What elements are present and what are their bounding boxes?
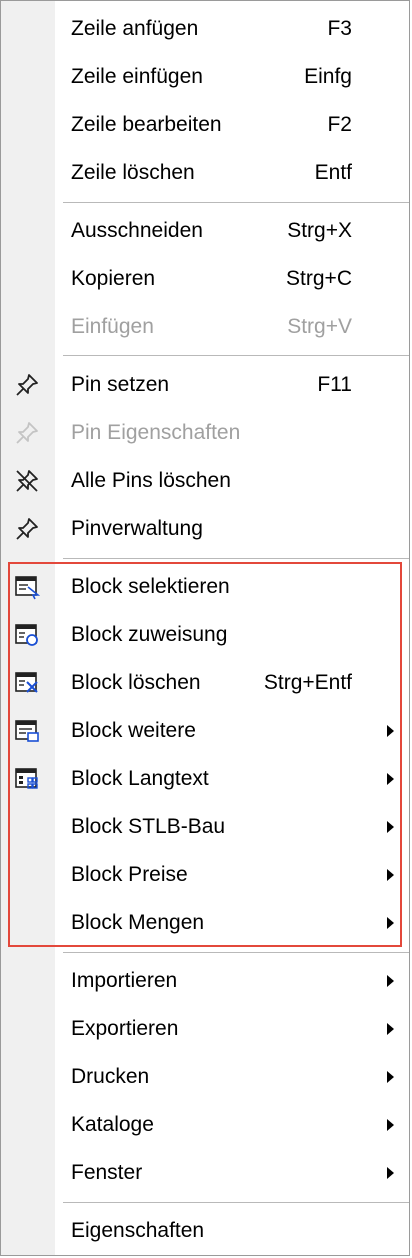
menu-item-label: Block Langtext (71, 767, 209, 790)
menu-item-zeile-anfuegen[interactable]: Zeile anfügen F3 (1, 5, 409, 53)
menu-item-label: Zeile löschen (71, 161, 195, 184)
menu-item-block-langtext[interactable]: Block Langtext (1, 755, 409, 803)
menu-item-pin-setzen[interactable]: Pin setzen F11 (1, 361, 409, 409)
menu-item-shortcut: Strg+V (287, 315, 352, 338)
pin-remove-icon (16, 470, 38, 492)
menu-item-label: Zeile anfügen (71, 17, 199, 40)
menu-item-label: Block löschen (71, 671, 201, 694)
block-select-icon (15, 576, 40, 600)
menu-item-importieren[interactable]: Importieren (1, 957, 409, 1005)
menu-item-label: Eigenschaften (71, 1219, 205, 1242)
menu-item-block-mengen[interactable]: Block Mengen (1, 899, 409, 947)
menu-item-label: Zeile bearbeiten (71, 113, 222, 136)
menu-item-shortcut: F11 (317, 373, 352, 396)
submenu-arrow-icon (387, 917, 394, 929)
pin-icon (16, 518, 38, 540)
block-more-icon (15, 720, 39, 742)
submenu-arrow-icon (387, 1023, 394, 1035)
submenu-arrow-icon (387, 1119, 394, 1131)
menu-item-pin-eigenschaften: Pin Eigenschaften (1, 409, 409, 457)
submenu-arrow-icon (387, 1071, 394, 1083)
menu-item-alle-pins-loeschen[interactable]: Alle Pins löschen (1, 457, 409, 505)
menu-item-label: Pinverwaltung (71, 517, 203, 540)
submenu-arrow-icon (387, 1167, 394, 1179)
menu-item-zeile-loeschen[interactable]: Zeile löschen Entf (1, 149, 409, 197)
menu-item-shortcut: Entf (314, 161, 352, 184)
menu-separator (63, 558, 409, 559)
menu-item-label: Pin setzen (71, 373, 170, 396)
block-delete-icon (15, 672, 38, 693)
menu-item-label: Block Preise (71, 863, 188, 886)
menu-item-eigenschaften[interactable]: Eigenschaften (1, 1207, 409, 1255)
menu-item-block-zuweisung[interactable]: Block zuweisung (1, 611, 409, 659)
menu-item-zeile-einfuegen[interactable]: Zeile einfügen Einfg (1, 53, 409, 101)
menu-item-einfuegen: Einfügen Strg+V (1, 303, 409, 351)
menu-item-shortcut: Einfg (304, 65, 352, 88)
menu-item-label: Alle Pins löschen (71, 469, 231, 492)
menu-item-kataloge[interactable]: Kataloge (1, 1101, 409, 1149)
menu-item-label: Block selektieren (71, 575, 230, 598)
menu-item-label: Exportieren (71, 1017, 179, 1040)
menu-item-zeile-bearbeiten[interactable]: Zeile bearbeiten F2 (1, 101, 409, 149)
menu-separator (63, 1202, 409, 1203)
menu-item-label: Kopieren (71, 267, 156, 290)
submenu-arrow-icon (387, 773, 394, 785)
menu-item-block-selektieren[interactable]: Block selektieren (1, 563, 409, 611)
menu-separator (63, 355, 409, 356)
menu-item-shortcut: F3 (327, 17, 352, 40)
menu-item-label: Einfügen (71, 315, 154, 338)
menu-item-label: Fenster (71, 1161, 143, 1184)
menu-item-label: Pin Eigenschaften (71, 421, 241, 444)
context-menu: Zeile anfügen F3 Zeile einfügen Einfg Ze… (0, 0, 410, 1256)
menu-item-label: Block zuweisung (71, 623, 228, 646)
menu-item-label: Ausschneiden (71, 219, 203, 242)
menu-item-label: Block Mengen (71, 911, 205, 934)
menu-item-label: Block STLB-Bau (71, 815, 226, 838)
menu-item-label: Zeile einfügen (71, 65, 203, 88)
menu-separator (63, 202, 409, 203)
menu-item-label: Importieren (71, 969, 178, 992)
submenu-arrow-icon (387, 975, 394, 987)
menu-item-shortcut: Strg+Entf (263, 671, 352, 694)
menu-item-block-weitere[interactable]: Block weitere (1, 707, 409, 755)
menu-item-label: Drucken (71, 1065, 150, 1088)
menu-item-exportieren[interactable]: Exportieren (1, 1005, 409, 1053)
menu-separator (63, 952, 409, 953)
menu-item-drucken[interactable]: Drucken (1, 1053, 409, 1101)
submenu-arrow-icon (387, 725, 394, 737)
menu-item-label: Block weitere (71, 719, 196, 742)
menu-item-block-stlb-bau[interactable]: Block STLB-Bau (1, 803, 409, 851)
menu-item-pinverwaltung[interactable]: Pinverwaltung (1, 505, 409, 553)
submenu-arrow-icon (387, 821, 394, 833)
submenu-arrow-icon (387, 869, 394, 881)
menu-item-shortcut: F2 (327, 113, 352, 136)
menu-item-shortcut: Strg+C (286, 267, 352, 290)
menu-item-block-preise[interactable]: Block Preise (1, 851, 409, 899)
menu-item-kopieren[interactable]: Kopieren Strg+C (1, 255, 409, 303)
block-assign-icon (15, 624, 38, 646)
menu-item-label: Kataloge (71, 1113, 154, 1136)
menu-item-shortcut: Strg+X (287, 219, 352, 242)
menu-item-ausschneiden[interactable]: Ausschneiden Strg+X (1, 207, 409, 255)
menu-item-fenster[interactable]: Fenster (1, 1149, 409, 1197)
menu-item-block-loeschen[interactable]: Block löschen Strg+Entf (1, 659, 409, 707)
block-longtext-icon (15, 768, 38, 789)
pin-icon (16, 422, 38, 444)
pin-icon (16, 374, 38, 396)
